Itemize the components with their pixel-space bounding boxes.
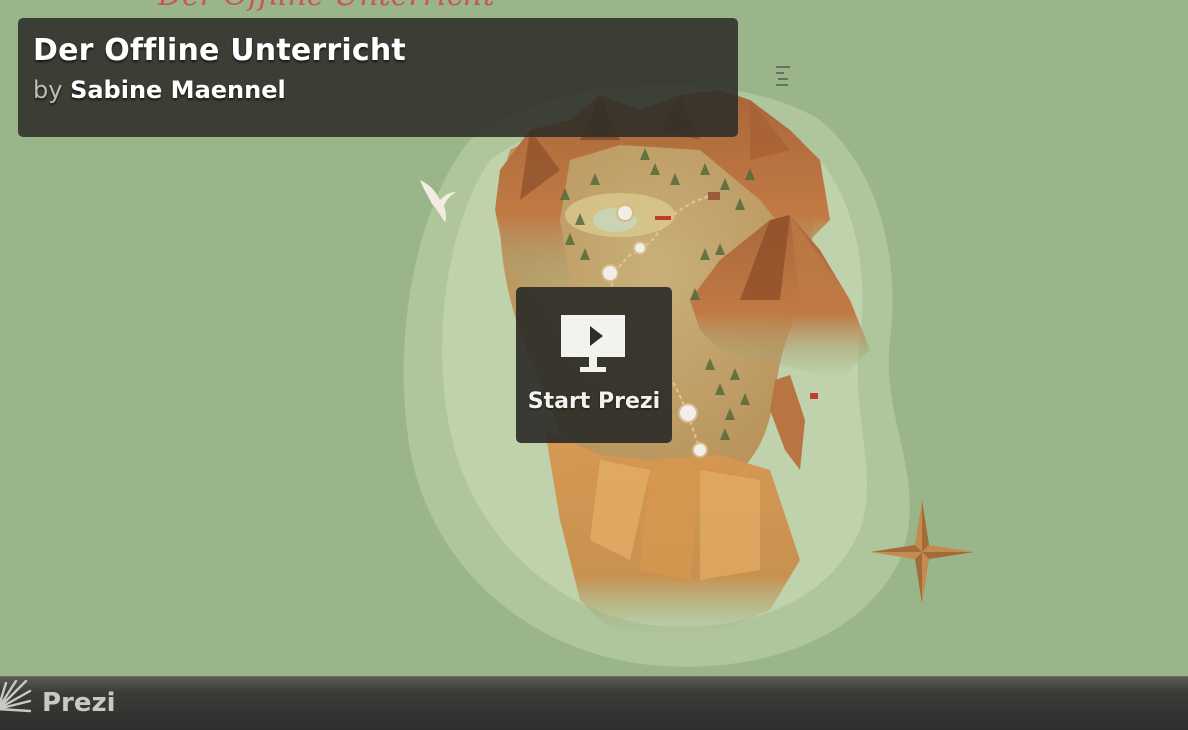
author-name[interactable]: Sabine Maennel — [70, 76, 286, 104]
start-prezi-button[interactable]: Start Prezi — [516, 287, 672, 443]
presentation-title: Der Offline Unterricht — [33, 33, 406, 68]
presentation-info-panel: Der Offline Unterricht by Sabine Maennel — [18, 18, 738, 137]
footer-bar: Prezi — [0, 676, 1188, 730]
map-legend-marks — [776, 66, 790, 86]
prezi-brand-link[interactable]: Prezi — [42, 688, 116, 718]
prezi-logo-icon[interactable] — [0, 679, 32, 719]
byline-prefix: by — [33, 76, 63, 104]
presentation-play-icon — [561, 315, 625, 357]
play-icon — [590, 326, 603, 346]
prezi-canvas[interactable]: Der Offline Unterricht Der Offline Unter… — [0, 0, 1188, 676]
presentation-byline: by Sabine Maennel — [33, 74, 723, 106]
start-prezi-label: Start Prezi — [527, 389, 661, 414]
background-title: Der Offline Unterricht — [158, 0, 495, 13]
